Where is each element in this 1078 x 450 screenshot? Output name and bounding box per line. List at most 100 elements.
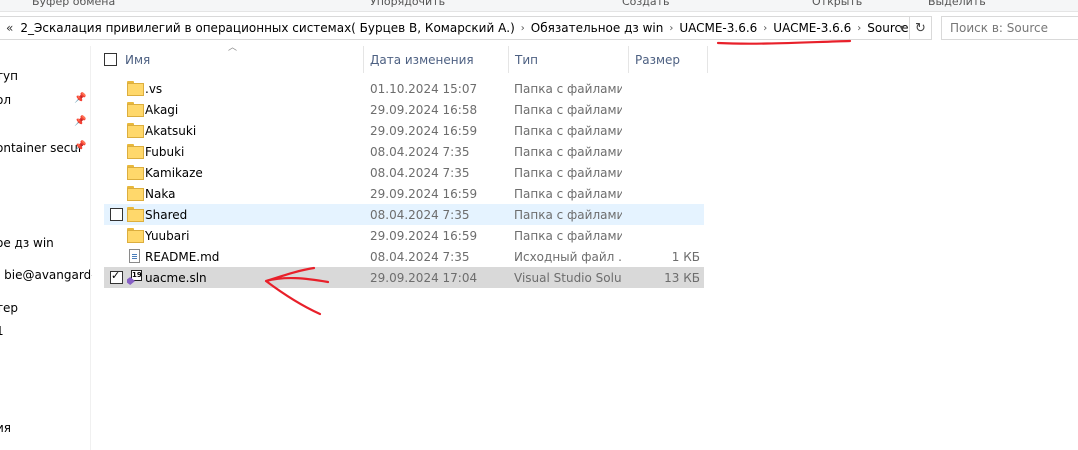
nav-item[interactable]: туп <box>0 66 92 86</box>
file-date: 08.04.2024 7:35 <box>370 166 470 180</box>
search-input[interactable]: Поиск в: Source <box>941 16 1078 40</box>
file-name: Naka <box>145 187 176 201</box>
folder-icon <box>127 207 144 222</box>
nav-item[interactable]: 📌 <box>0 113 92 133</box>
markdown-file-icon <box>129 249 140 263</box>
breadcrumb-chevron-icon[interactable]: › <box>761 23 769 34</box>
nav-pane-divider[interactable] <box>90 46 91 450</box>
file-row[interactable]: .vs 01.10.2024 15:07 Папка с файлами <box>104 78 704 99</box>
file-type: Исходный файл ... <box>514 250 622 264</box>
column-resize-handle[interactable] <box>707 46 708 73</box>
column-date-header[interactable]: Дата изменения <box>364 46 508 73</box>
column-name-header[interactable]: Имя <box>119 46 363 73</box>
file-row[interactable]: Yuubari 29.09.2024 16:59 Папка с файлами <box>104 225 704 246</box>
file-name: Akagi <box>145 103 179 117</box>
nav-item[interactable]: - bie@avangard- <box>0 265 92 285</box>
file-row-selected[interactable]: 19 uacme.sln 29.09.2024 17:04 Visual Stu… <box>104 267 704 288</box>
file-date: 29.09.2024 17:04 <box>370 271 478 285</box>
file-row-hovered[interactable]: Shared 08.04.2024 7:35 Папка с файлами <box>104 204 704 225</box>
file-row[interactable]: Naka 29.09.2024 16:59 Папка с файлами <box>104 183 704 204</box>
breadcrumb-item[interactable]: UACME-3.6.6 <box>675 21 761 35</box>
column-size-header[interactable]: Размер <box>629 46 707 73</box>
file-name: Shared <box>145 208 188 222</box>
ribbon-open-caption: Открыть <box>812 0 863 8</box>
file-name: Kamikaze <box>145 166 203 180</box>
nav-item-label: ontainer secur <box>0 141 83 155</box>
breadcrumb-chevron-icon[interactable]: › <box>667 23 675 34</box>
ribbon-clipboard-caption: Буфер обмена <box>32 0 116 8</box>
nav-item[interactable]: ое дз win <box>0 233 92 253</box>
file-date: 08.04.2024 7:35 <box>370 250 470 264</box>
nav-item[interactable]: ол 📌 <box>0 90 92 110</box>
navigation-pane[interactable]: туп ол📌 📌 ontainer secur📌 ое дз win - bi… <box>0 46 92 450</box>
pin-icon[interactable]: 📌 <box>74 141 86 152</box>
file-date: 29.09.2024 16:59 <box>370 187 478 201</box>
nav-item[interactable]: ия <box>0 418 92 438</box>
folder-icon <box>127 228 144 243</box>
address-row: « 2_Эскалация привилегий в операционных … <box>0 16 1078 42</box>
file-date: 29.09.2024 16:59 <box>370 229 478 243</box>
ribbon-select-caption: Выделить <box>928 0 986 8</box>
column-type-header[interactable]: Тип <box>509 46 628 73</box>
breadcrumb-item[interactable]: 2_Эскалация привилегий в операционных си… <box>16 21 518 35</box>
file-row[interactable]: Akatsuki 29.09.2024 16:59 Папка с файлам… <box>104 120 704 141</box>
file-type: Папка с файлами <box>514 229 622 243</box>
file-type: Папка с файлами <box>514 124 622 138</box>
file-name: Yuubari <box>145 229 190 243</box>
ribbon-group-captions: Буфер обмена Упорядочить Создать Открыть… <box>0 0 1078 12</box>
visual-studio-solution-icon: 19 <box>127 270 143 285</box>
file-date: 29.09.2024 16:58 <box>370 103 478 117</box>
file-row[interactable]: README.md 08.04.2024 7:35 Исходный файл … <box>104 246 704 267</box>
breadcrumb-item[interactable]: Обязательное дз win <box>527 21 668 35</box>
breadcrumb-overflow-button[interactable]: « <box>0 21 16 35</box>
file-date: 08.04.2024 7:35 <box>370 208 470 222</box>
address-history-chevron-down-icon[interactable]: ▾ <box>894 16 910 40</box>
file-name: Akatsuki <box>145 124 197 138</box>
file-type: Папка с файлами <box>514 145 622 159</box>
file-name: Fubuki <box>145 145 185 159</box>
refresh-icon[interactable]: ↻ <box>910 16 932 40</box>
folder-icon <box>127 102 144 117</box>
select-all-checkbox[interactable] <box>104 53 117 66</box>
nav-item-label: ол <box>0 93 12 107</box>
row-checkbox-checked[interactable] <box>110 269 123 284</box>
address-bar[interactable]: « 2_Эскалация привилегий в операционных … <box>0 16 910 40</box>
pin-icon[interactable]: 📌 <box>74 93 86 104</box>
nav-item-label: тер <box>0 301 18 315</box>
row-checkbox[interactable] <box>110 208 123 221</box>
breadcrumb-item[interactable]: UACME-3.6.6 <box>769 21 855 35</box>
folder-icon <box>127 123 144 138</box>
nav-item[interactable]: ontainer secur 📌 <box>0 138 92 158</box>
nav-item[interactable]: 1 <box>0 321 92 341</box>
nav-item[interactable]: тер <box>0 298 92 318</box>
file-type: Папка с файлами <box>514 166 622 180</box>
nav-item-label: 1 <box>0 324 4 338</box>
folder-icon <box>127 186 144 201</box>
nav-item-label: туп <box>0 69 18 83</box>
file-type: Папка с файлами <box>514 187 622 201</box>
file-name: uacme.sln <box>145 271 207 285</box>
column-header: Имя Дата изменения Тип Размер <box>104 46 708 73</box>
nav-item-label: - bie@avangard- <box>0 268 92 282</box>
nav-item-label: ое дз win <box>0 236 54 250</box>
breadcrumb-chevron-icon[interactable]: › <box>519 23 527 34</box>
breadcrumb-chevron-icon[interactable]: › <box>855 23 863 34</box>
file-date: 08.04.2024 7:35 <box>370 145 470 159</box>
ribbon-new-caption: Создать <box>622 0 670 8</box>
pin-icon[interactable]: 📌 <box>74 116 86 127</box>
file-date: 01.10.2024 15:07 <box>370 82 478 96</box>
file-date: 29.09.2024 16:59 <box>370 124 478 138</box>
file-type: Visual Studio Solu... <box>514 271 622 285</box>
folder-icon <box>127 165 144 180</box>
file-type: Папка с файлами <box>514 103 622 117</box>
file-name: .vs <box>145 82 163 96</box>
nav-item-label: ия <box>0 421 12 435</box>
file-row[interactable]: Akagi 29.09.2024 16:58 Папка с файлами <box>104 99 704 120</box>
folder-icon <box>127 144 144 159</box>
folder-icon <box>127 81 144 96</box>
file-type: Папка с файлами <box>514 208 622 222</box>
file-name: README.md <box>145 250 220 264</box>
file-row[interactable]: Fubuki 08.04.2024 7:35 Папка с файлами <box>104 141 704 162</box>
file-size: 13 КБ <box>664 271 700 285</box>
file-row[interactable]: Kamikaze 08.04.2024 7:35 Папка с файлами <box>104 162 704 183</box>
